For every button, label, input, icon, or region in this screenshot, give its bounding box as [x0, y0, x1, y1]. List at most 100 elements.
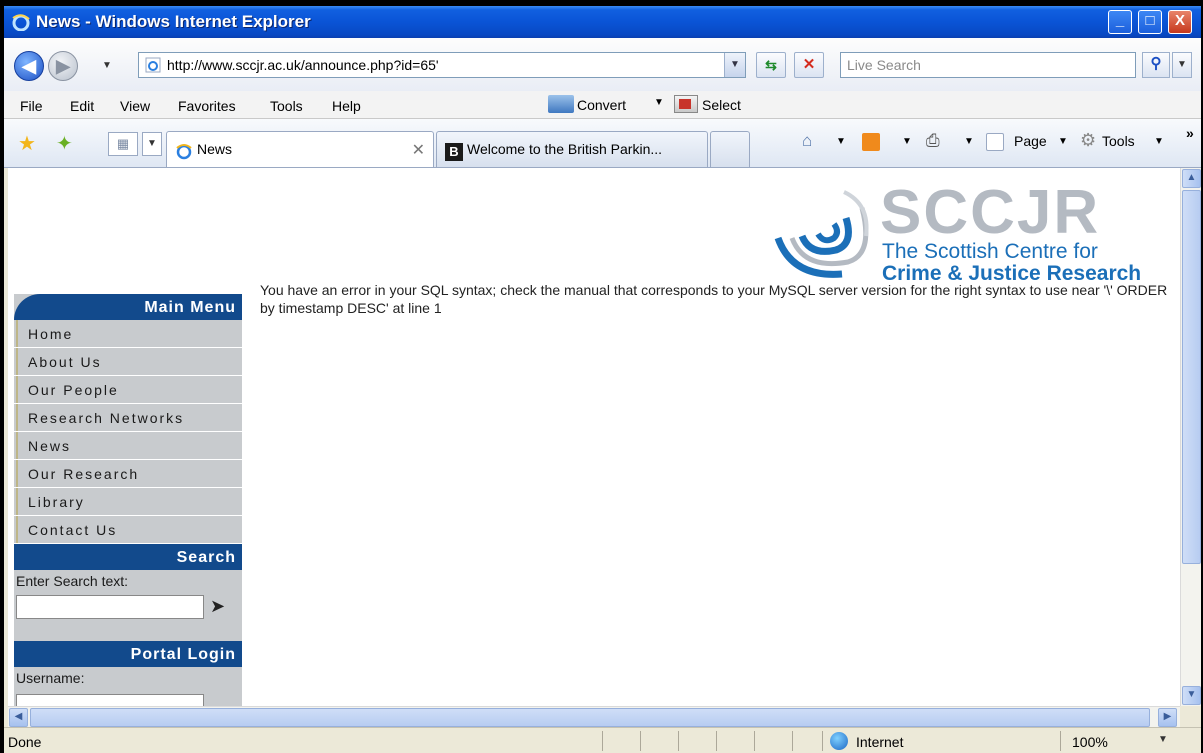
close-tab-icon[interactable]: ✕: [412, 140, 425, 160]
zoom-level[interactable]: 100%: [1072, 734, 1108, 750]
logo-tagline-1: The Scottish Centre for: [882, 240, 1098, 263]
search-text-input[interactable]: [16, 595, 204, 619]
stop-button[interactable]: ✕: [794, 52, 824, 78]
favorites-center-icon[interactable]: ★: [18, 131, 36, 156]
tools-dropdown-icon[interactable]: ▼: [1154, 136, 1164, 147]
sidebar: Main Menu Home About Us Our People Resea…: [14, 294, 242, 706]
status-text: Done: [8, 734, 42, 750]
status-divider: [678, 731, 679, 751]
status-divider: [822, 731, 823, 751]
refresh-button[interactable]: ⇆: [756, 52, 786, 78]
security-zone-label[interactable]: Internet: [856, 734, 903, 750]
portal-login-header: Portal Login: [14, 641, 242, 667]
username-label: Username:: [16, 670, 85, 686]
sidebar-item-our-research[interactable]: Our Research: [14, 460, 242, 488]
forward-button[interactable]: ▶: [48, 51, 78, 81]
sidebar-item-library[interactable]: Library: [14, 488, 242, 516]
feeds-dropdown-icon[interactable]: ▼: [902, 136, 912, 147]
sql-error-message: You have an error in your SQL syntax; ch…: [260, 282, 1168, 316]
home-dropdown-icon[interactable]: ▼: [836, 136, 846, 147]
home-icon[interactable]: ⌂: [802, 131, 812, 151]
scroll-left-icon[interactable]: ◀: [9, 708, 28, 727]
sidebar-item-research-networks[interactable]: Research Networks: [14, 404, 242, 432]
vertical-scroll-thumb[interactable]: [1182, 190, 1201, 564]
tab-news[interactable]: News ✕: [166, 131, 434, 167]
page-menu-button[interactable]: Page: [1014, 133, 1047, 149]
feeds-icon[interactable]: [862, 133, 880, 151]
convert-dropdown-icon[interactable]: ▼: [654, 97, 664, 108]
minimize-button[interactable]: _: [1108, 10, 1132, 34]
username-row: [14, 692, 242, 706]
horizontal-scroll-thumb[interactable]: [30, 708, 1150, 727]
ie-page-icon: [145, 57, 161, 73]
page-dropdown-icon[interactable]: ▼: [1058, 136, 1068, 147]
more-commands-icon[interactable]: »: [1186, 125, 1194, 141]
sidebar-item-home[interactable]: Home: [14, 320, 242, 348]
status-divider: [640, 731, 641, 751]
scroll-right-icon[interactable]: ▶: [1158, 708, 1177, 727]
sccjr-logo[interactable]: SCCJR The Scottish Centre for Crime & Ju…: [774, 178, 1180, 285]
live-search-input[interactable]: Live Search: [840, 52, 1136, 78]
sidebar-item-our-people[interactable]: Our People: [14, 376, 242, 404]
gear-icon: ⚙: [1080, 130, 1097, 150]
select-button[interactable]: Select: [702, 97, 741, 113]
print-icon[interactable]: ⎙: [926, 131, 940, 151]
forward-arrow-icon: ▶: [56, 56, 70, 76]
username-input[interactable]: [16, 694, 204, 706]
add-favorites-icon[interactable]: ✦: [56, 131, 73, 156]
address-url[interactable]: http://www.sccjr.ac.uk/announce.php?id=6…: [167, 57, 439, 73]
main-menu-header: Main Menu: [14, 294, 242, 320]
vertical-scrollbar[interactable]: ▲ ▼: [1180, 168, 1201, 706]
recent-pages-dropdown-icon[interactable]: ▼: [102, 60, 112, 71]
logo-swirl-icon: [774, 190, 869, 278]
convert-pdf-icon[interactable]: [548, 95, 574, 113]
logo-acronym: SCCJR: [880, 178, 1101, 247]
title-bar[interactable]: News - Windows Internet Explorer _ □ X: [4, 6, 1201, 38]
menu-edit[interactable]: Edit: [70, 98, 94, 114]
window-title: News - Windows Internet Explorer: [36, 12, 311, 31]
menu-help[interactable]: Help: [332, 98, 361, 114]
menu-favorites[interactable]: Favorites: [178, 98, 236, 114]
search-go-arrow-icon[interactable]: ➤: [210, 596, 226, 616]
ie-page-icon: [176, 144, 192, 160]
menu-tools[interactable]: Tools: [270, 98, 303, 114]
address-toolbar: ◀ ▶ ▼ http://www.sccjr.ac.uk/announce.ph…: [4, 38, 1201, 92]
address-dropdown-icon[interactable]: ▼: [724, 53, 745, 77]
page-content: SCCJR The Scottish Centre for Crime & Ju…: [8, 168, 1180, 706]
status-bar: Done Internet 100% ▼: [4, 727, 1201, 753]
status-divider: [1060, 731, 1061, 751]
back-button[interactable]: ◀: [14, 51, 44, 81]
scroll-up-icon[interactable]: ▲: [1182, 169, 1201, 188]
tab-british-parkinsons[interactable]: B Welcome to the British Parkin...: [436, 131, 708, 167]
search-options-dropdown-icon[interactable]: ▼: [1172, 52, 1192, 78]
zoom-dropdown-icon[interactable]: ▼: [1158, 734, 1168, 745]
tools-menu-button[interactable]: Tools: [1102, 133, 1135, 149]
menu-view[interactable]: View: [120, 98, 150, 114]
close-window-button[interactable]: X: [1168, 10, 1192, 34]
tab-list-dropdown-icon[interactable]: ▼: [142, 132, 162, 156]
scrollbar-corner: [1180, 706, 1201, 727]
sidebar-item-about-us[interactable]: About Us: [14, 348, 242, 376]
page-icon: [986, 133, 1004, 151]
horizontal-scrollbar[interactable]: ◀ ▶: [8, 706, 1180, 728]
maximize-button[interactable]: □: [1138, 10, 1162, 34]
new-tab-button[interactable]: [710, 131, 750, 167]
sidebar-item-contact-us[interactable]: Contact Us: [14, 516, 242, 544]
select-pdf-icon[interactable]: [674, 95, 698, 113]
convert-button[interactable]: Convert: [577, 97, 626, 113]
browser-window: News - Windows Internet Explorer _ □ X ◀…: [4, 6, 1201, 753]
print-dropdown-icon[interactable]: ▼: [964, 136, 974, 147]
ie-logo-icon: [12, 14, 30, 31]
address-bar[interactable]: http://www.sccjr.ac.uk/announce.php?id=6…: [138, 52, 746, 78]
tab-label: News: [197, 141, 233, 157]
search-row: ➤: [14, 595, 242, 641]
quick-tabs-icon[interactable]: ▦: [108, 132, 138, 156]
sidebar-item-news[interactable]: News: [14, 432, 242, 460]
scroll-down-icon[interactable]: ▼: [1182, 686, 1201, 705]
menu-file[interactable]: File: [20, 98, 43, 114]
search-header: Search: [14, 544, 242, 570]
back-arrow-icon: ◀: [22, 56, 36, 76]
status-divider: [754, 731, 755, 751]
search-icon[interactable]: ⚲: [1142, 52, 1170, 78]
menu-bar: File Edit View Favorites Tools Help Conv…: [4, 91, 1201, 119]
